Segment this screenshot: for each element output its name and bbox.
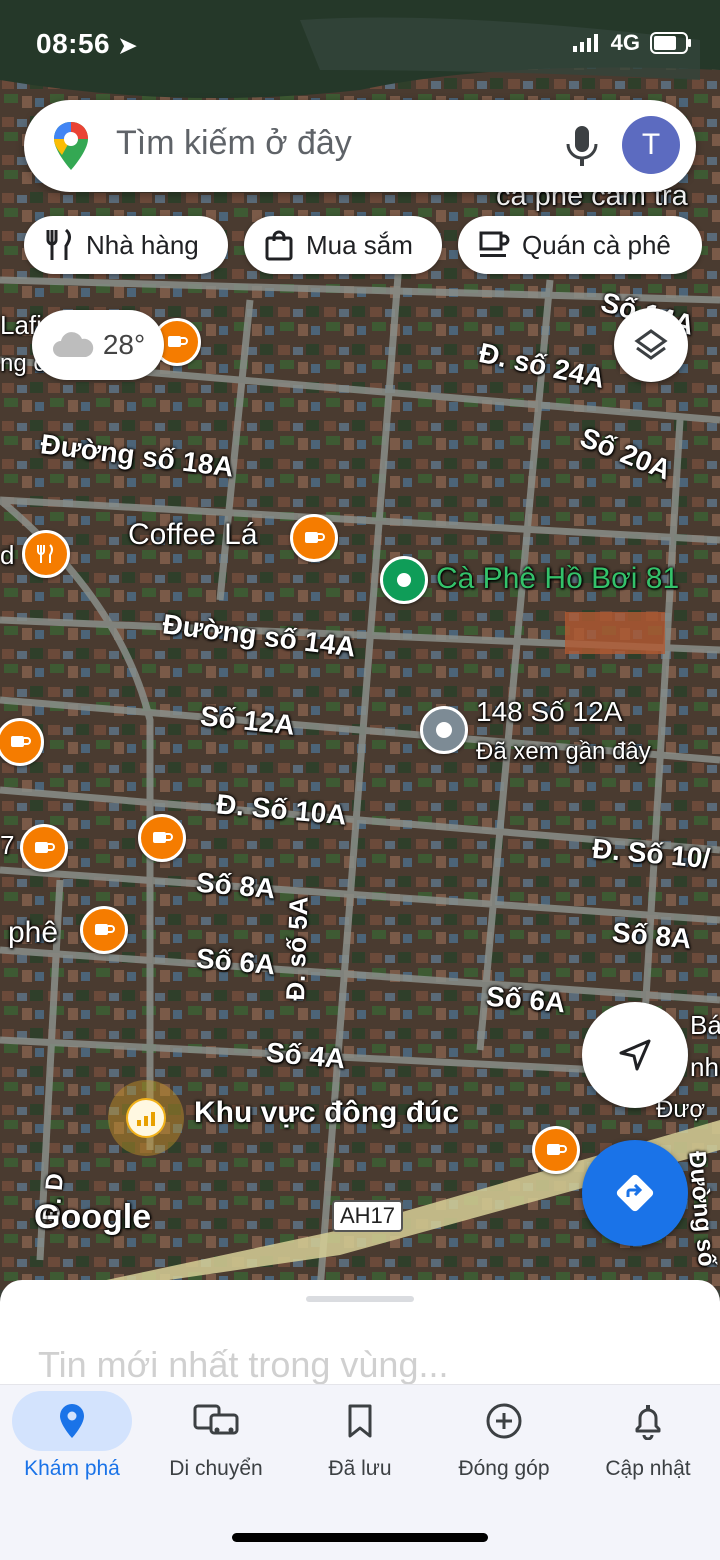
location-arrow-icon: ➤ [118, 33, 138, 58]
avatar[interactable]: T [622, 116, 680, 174]
layers-button[interactable] [614, 308, 688, 382]
chip-coffee[interactable]: Quán cà phê [458, 216, 702, 274]
road-label: Số 8A [610, 916, 693, 955]
restaurant-poi-icon[interactable] [22, 530, 70, 578]
explore-pin-icon [60, 1404, 84, 1438]
restaurant-icon [46, 228, 71, 260]
highway-shield: AH17 [332, 1200, 404, 1232]
chip-restaurants[interactable]: Nhà hàng [24, 216, 228, 274]
nav-label: Đã lưu [328, 1457, 392, 1480]
signal-icon [572, 34, 598, 52]
search-bar[interactable]: Tìm kiếm ở đây T [24, 100, 696, 192]
chip-label: Quán cà phê [522, 229, 671, 260]
nav-commute[interactable]: Di chuyển [144, 1385, 288, 1495]
home-indicator[interactable] [232, 1533, 488, 1542]
green-place-pin-icon[interactable] [380, 556, 428, 604]
coffee-poi-icon[interactable] [290, 514, 338, 562]
bell-icon [635, 1405, 661, 1440]
nav-label: Cập nhật [605, 1457, 691, 1480]
nav-updates[interactable]: Cập nhật [576, 1385, 720, 1495]
road-label: Số 8A [194, 866, 277, 905]
nav-label: Đóng góp [458, 1457, 550, 1480]
road-label: Số 6A [194, 942, 277, 981]
chip-label: Nhà hàng [86, 229, 199, 260]
google-maps-logo-icon [54, 122, 88, 170]
poi-label-ca-phe-ho-boi[interactable]: Cà Phê Hồ Bơi 81 [436, 562, 679, 596]
sheet-title: Tin mới nhất trong vùng... [38, 1344, 449, 1385]
my-location-button[interactable] [582, 1002, 688, 1108]
status-bar: 08:56 ➤ 4G [0, 0, 720, 90]
place-label-148[interactable]: 148 Số 12A [476, 696, 622, 728]
nav-explore[interactable]: Khám phá [0, 1385, 144, 1495]
chip-shopping[interactable]: Mua sắm [244, 216, 442, 274]
place-sublabel: Đã xem gần đây [476, 738, 651, 765]
road-label: Đ. số 5A [280, 896, 314, 1002]
status-time-text: 08:56 [36, 28, 111, 59]
map-label: nhà [690, 1052, 720, 1082]
coffee-poi-icon[interactable] [20, 824, 68, 872]
road-label: Số 4A [264, 1036, 347, 1075]
microphone-icon[interactable] [560, 122, 604, 170]
nav-label: Khám phá [24, 1457, 120, 1480]
map-label: 7 [0, 830, 15, 860]
coffee-poi-icon[interactable] [138, 814, 186, 862]
shopping-bag-icon [265, 230, 293, 261]
status-time: 08:56 ➤ [36, 28, 137, 60]
directions-icon [616, 1174, 654, 1212]
coffee-icon [479, 231, 510, 257]
map-label: phê [8, 916, 59, 949]
nav-saved[interactable]: Đã lưu [288, 1385, 432, 1495]
nav-label: Di chuyển [169, 1457, 263, 1480]
network-type: 4G [610, 30, 640, 55]
map-label: d [0, 540, 15, 570]
gray-place-pin-icon[interactable] [420, 706, 468, 754]
navigation-arrow-icon [619, 1039, 651, 1071]
commute-icon [193, 1404, 239, 1435]
poi-label-coffee-la[interactable]: Coffee Lá [128, 518, 258, 552]
battery-icon [650, 32, 691, 54]
busy-area-label[interactable]: Khu vực đông đúc [194, 1096, 459, 1130]
nav-contribute[interactable]: Đóng góp [432, 1385, 576, 1495]
google-logo: Google [34, 1198, 152, 1236]
road-label: Số 6A [484, 980, 567, 1019]
busy-area-icon[interactable] [108, 1080, 184, 1156]
map-label: Bán [690, 1010, 720, 1040]
weather-chip[interactable]: 28° [32, 310, 164, 380]
coffee-poi-icon[interactable] [80, 906, 128, 954]
layers-icon [634, 329, 668, 360]
sheet-drag-handle[interactable] [306, 1296, 414, 1302]
bookmark-icon [348, 1404, 372, 1438]
cloud-icon [52, 332, 94, 357]
coffee-poi-icon[interactable] [532, 1126, 580, 1174]
map-label: Đượ [656, 1096, 706, 1123]
directions-button[interactable] [582, 1140, 688, 1246]
search-placeholder[interactable]: Tìm kiếm ở đây [116, 124, 352, 163]
add-circle-icon [486, 1403, 522, 1439]
chip-label: Mua sắm [306, 229, 413, 260]
weather-temp: 28° [102, 329, 146, 360]
